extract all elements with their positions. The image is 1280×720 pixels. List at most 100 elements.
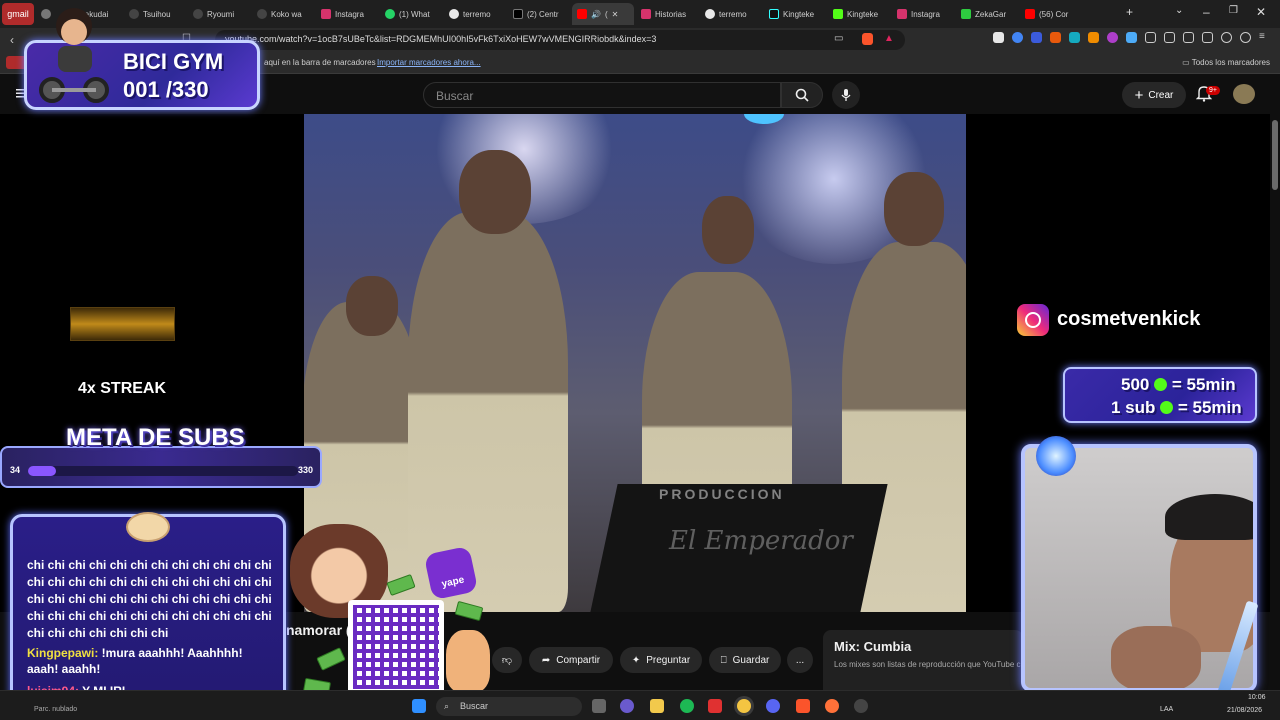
chevron-down-icon[interactable]: ⌄: [1175, 5, 1183, 16]
video-frame[interactable]: PRODUCCION El Emperador: [304, 114, 966, 612]
sub-goal-title: META DE SUBS: [66, 424, 245, 451]
tab-label: (1) What: [399, 9, 430, 19]
spotify-icon[interactable]: [680, 699, 694, 713]
new-tab-button[interactable]: +: [1126, 5, 1133, 19]
kick-coin-icon: [1154, 378, 1168, 391]
file-explorer-icon[interactable]: [650, 699, 664, 713]
account-avatar[interactable]: [1233, 84, 1255, 104]
tab-label: Kingteke: [847, 9, 879, 19]
search-button[interactable]: [781, 82, 823, 108]
app-icon[interactable]: [620, 699, 634, 713]
tab-label: terremo: [463, 9, 491, 19]
menu-icon[interactable]: ≡: [1259, 32, 1270, 43]
tab-instagram-3[interactable]: Instagra: [892, 3, 954, 25]
tab-google-1[interactable]: terremo: [444, 3, 506, 25]
extension-icon[interactable]: [1069, 32, 1080, 43]
taskbar-search-label: Buscar: [460, 701, 489, 711]
brave-shield-icon[interactable]: [862, 33, 873, 45]
clock-date[interactable]: 21/08/2026: [1227, 707, 1262, 714]
extension-icon[interactable]: [993, 32, 1004, 43]
chat-message: chi chi chi chi chi chi chi chi chi chi …: [27, 558, 272, 640]
tab-gmail[interactable]: gmail: [2, 3, 34, 25]
extension-icon[interactable]: [1088, 32, 1099, 43]
task-view-icon[interactable]: [592, 699, 606, 713]
ask-button[interactable]: ✦ Preguntar: [620, 647, 702, 673]
maximize-icon[interactable]: ❐: [1229, 5, 1238, 16]
extension-icon[interactable]: [1012, 32, 1023, 43]
notification-badge: 9+: [1206, 86, 1220, 95]
tab-kick[interactable]: Kingteke: [828, 3, 890, 25]
tab-label: ZekaGar: [975, 9, 1007, 19]
tab-youtube-2[interactable]: (56) Cor: [1020, 3, 1082, 25]
extension-icon[interactable]: [1050, 32, 1061, 43]
app-icon[interactable]: [854, 699, 868, 713]
puzzle-icon[interactable]: [1145, 32, 1156, 43]
webcam-frame: [1021, 444, 1257, 692]
clock-time[interactable]: 10:06: [1248, 694, 1266, 701]
tab-instagram-2[interactable]: Historias: [636, 3, 698, 25]
kick-rate-amount: 500: [1121, 375, 1150, 394]
minimize-icon[interactable]: –: [1203, 5, 1210, 19]
tab-label: terremo: [719, 9, 747, 19]
close-icon[interactable]: ✕: [612, 10, 619, 19]
back-icon[interactable]: ‹: [10, 33, 14, 47]
wallet-icon[interactable]: [1202, 32, 1213, 43]
create-button[interactable]: + Crear: [1122, 82, 1186, 108]
weather-widget[interactable]: Parc. nublado: [34, 706, 77, 713]
streak-flame-image: [70, 307, 175, 341]
obs-icon[interactable]: [737, 699, 751, 713]
tab-tsuihou[interactable]: Tsuihou: [124, 3, 186, 25]
streamer-hands: [1111, 626, 1201, 688]
close-window-icon[interactable]: ✕: [1256, 5, 1266, 19]
brave-icon[interactable]: [796, 699, 810, 713]
taskbar-search-input[interactable]: Buscar: [436, 697, 582, 716]
save-button[interactable]: ⎕ Guardar: [709, 647, 781, 673]
tab-koko-wa[interactable]: Koko wa: [252, 3, 314, 25]
share-button[interactable]: ➦ Compartir: [529, 647, 613, 673]
tab-tiktok[interactable]: Kingteke: [764, 3, 826, 25]
list-icon[interactable]: [1164, 32, 1175, 43]
import-bookmarks-link[interactable]: Importar marcadores ahora...: [377, 58, 481, 67]
extension-icon[interactable]: [1107, 32, 1118, 43]
tab-zekagar[interactable]: ZekaGar: [956, 3, 1018, 25]
tab-whatsapp[interactable]: (1) What: [380, 3, 442, 25]
all-bookmarks[interactable]: ▭ Todos los marcadores: [1182, 58, 1270, 67]
language-indicator[interactable]: LAA: [1160, 706, 1173, 713]
discord-icon[interactable]: [766, 699, 780, 713]
tab-google-2[interactable]: terremo: [700, 3, 762, 25]
page-scrollbar[interactable]: [1271, 114, 1279, 720]
tab-youtube-active[interactable]: 🔊(✕: [572, 3, 634, 25]
sidebar-icon[interactable]: [1183, 32, 1194, 43]
performer-head: [702, 196, 754, 264]
performer-head: [346, 276, 398, 336]
voice-search-button[interactable]: [832, 81, 860, 109]
address-bar[interactable]: youtube.com/watch?v=1ocB7sUBeTc&list=RDG…: [215, 30, 905, 50]
tab-instagram-1[interactable]: Instagra: [316, 3, 378, 25]
hamster-mascot-icon: [126, 512, 170, 542]
tab-label: Tsuihou: [143, 9, 171, 19]
performer-head: [459, 150, 531, 234]
kick-rate-value: = 55min: [1171, 375, 1236, 394]
tab-ryoumi[interactable]: Ryoumi: [188, 3, 250, 25]
more-actions-button[interactable]: ...: [787, 647, 813, 673]
tab-x[interactable]: (2) Centr: [508, 3, 570, 25]
app-icon[interactable]: [708, 699, 722, 713]
search-input[interactable]: Buscar: [423, 82, 781, 108]
kick-rates-overlay: 500 = 55min 1 sub = 55min: [1063, 367, 1257, 423]
sub-goal-track: [28, 466, 298, 476]
cast-icon[interactable]: ▭: [834, 33, 843, 44]
search-icon: ⌕: [444, 701, 450, 711]
dislike-button[interactable]: 👎︎: [492, 647, 522, 673]
leo-icon[interactable]: [1221, 32, 1232, 43]
extension-icon[interactable]: [1126, 32, 1137, 43]
extension-icon[interactable]: [1031, 32, 1042, 43]
firefox-icon[interactable]: [825, 699, 839, 713]
tab-label: (2) Centr: [527, 9, 559, 19]
vpn-icon[interactable]: [1240, 32, 1251, 43]
crystal-orb-icon: [1036, 436, 1076, 476]
save-label: Guardar: [732, 654, 770, 666]
start-icon[interactable]: [412, 699, 426, 713]
brave-rewards-icon[interactable]: ▲: [884, 33, 894, 44]
tab-label: Ryoumi: [207, 9, 235, 19]
page-scrollbar-thumb[interactable]: [1272, 120, 1278, 190]
